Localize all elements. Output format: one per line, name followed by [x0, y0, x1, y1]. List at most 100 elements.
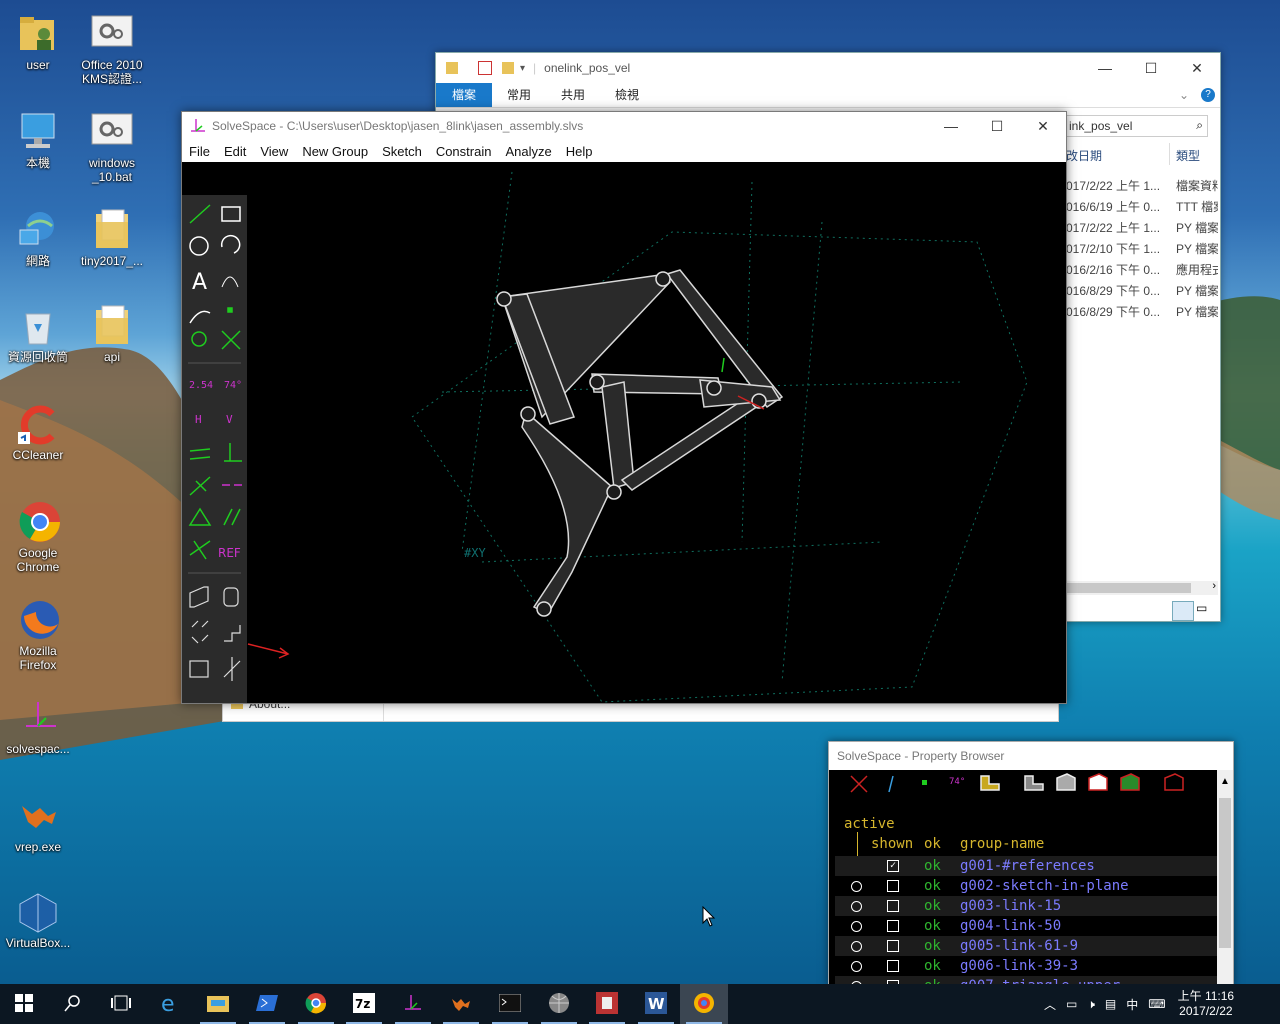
desktop-icon-windows10-bat[interactable]: windows _10.bat — [74, 110, 150, 184]
chevron-down-icon[interactable]: ▾ — [520, 63, 525, 74]
maximize-button[interactable]: ☐ — [1128, 60, 1174, 77]
desktop-icon-virtualbox[interactable]: VirtualBox... — [0, 890, 76, 950]
activate-group-radio[interactable] — [851, 881, 862, 892]
minimize-button[interactable]: — — [928, 118, 974, 134]
desktop-icon-solvespace[interactable]: solvespac... — [0, 696, 76, 756]
step-translate-icon[interactable] — [224, 625, 241, 642]
group-name-link[interactable]: g006-link-39-3 — [960, 956, 1078, 976]
terminal-taskbar-button[interactable] — [486, 984, 534, 1024]
file-row[interactable]: 017/2/10 下午 1... PY 檔案 — [1066, 238, 1218, 258]
text-tool-icon[interactable]: A — [192, 270, 207, 295]
notifications-icon[interactable]: ▤ — [1105, 997, 1116, 1011]
show-constraints-icon[interactable]: 74° — [949, 777, 965, 787]
group-name-link[interactable]: g002-sketch-in-plane — [960, 876, 1129, 896]
maximize-button[interactable]: ☐ — [974, 118, 1020, 135]
minimize-button[interactable]: — — [1082, 60, 1128, 76]
activate-group-radio[interactable] — [851, 941, 862, 952]
group-row[interactable]: ok g002-sketch-in-plane — [835, 876, 1217, 896]
vertical-scrollbar[interactable]: ▲ — [1217, 770, 1233, 984]
volume-muted-icon[interactable]: 🕨 — [1087, 997, 1095, 1012]
desktop-icon-this-pc[interactable]: 本機 — [0, 110, 76, 170]
sphere-app-taskbar-button[interactable] — [535, 984, 583, 1024]
desktop-icon-vrep[interactable]: vrep.exe — [0, 794, 76, 854]
show-faces-icon[interactable] — [980, 775, 1000, 791]
edge-taskbar-button[interactable]: e — [146, 984, 194, 1024]
desktop-icon-api[interactable]: api — [74, 304, 150, 364]
word-taskbar-button[interactable]: W — [632, 984, 680, 1024]
group-row[interactable]: ok g004-link-50 — [835, 916, 1217, 936]
activate-group-radio[interactable] — [851, 961, 862, 972]
group-row[interactable]: ok g006-link-39-3 — [835, 956, 1217, 976]
group-name-link[interactable]: g003-link-15 — [960, 896, 1061, 916]
game-taskbar-button[interactable] — [583, 984, 631, 1024]
reference-constraint-icon[interactable]: REF — [218, 546, 241, 560]
vertical-constraint-icon[interactable]: V — [226, 413, 233, 426]
powershell-taskbar-button[interactable] — [243, 984, 291, 1024]
shown-checkbox[interactable] — [887, 960, 899, 972]
search-input[interactable]: ink_pos_vel ⌕ — [1066, 115, 1208, 137]
lathe-icon[interactable] — [223, 587, 239, 607]
column-header-type[interactable]: 類型 — [1176, 147, 1200, 164]
menu-view[interactable]: View — [253, 144, 295, 159]
show-points-icon[interactable] — [922, 780, 927, 785]
tab-share[interactable]: 共用 — [546, 83, 600, 107]
model-viewport[interactable]: #XY A 2.54 74° H V REF — [182, 162, 1066, 703]
close-button[interactable]: ✕ — [1020, 118, 1066, 135]
group-row[interactable]: ✓ ok g001-#references — [835, 856, 1217, 876]
desktop-icon-chrome[interactable]: Google Chrome — [0, 500, 76, 574]
menu-edit[interactable]: Edit — [217, 144, 253, 159]
group-name-link[interactable]: g005-link-61-9 — [960, 936, 1078, 956]
split-curves-tool-icon[interactable] — [221, 330, 241, 350]
group-name-link[interactable]: g004-link-50 — [960, 916, 1061, 936]
arc-tool-icon[interactable] — [220, 234, 241, 254]
menu-file[interactable]: File — [182, 144, 217, 159]
step-rotate-icon[interactable] — [191, 620, 209, 644]
parallel-constraint-icon[interactable] — [189, 448, 211, 460]
menu-sketch[interactable]: Sketch — [375, 144, 429, 159]
browser-taskbar-button[interactable] — [680, 984, 729, 1024]
point-tool-icon[interactable] — [227, 307, 233, 313]
show-outline-icon[interactable] — [1088, 773, 1108, 791]
group-row[interactable]: ok g005-link-61-9 — [835, 936, 1217, 956]
clock[interactable]: 上午 11:16 2017/2/22 — [1178, 989, 1234, 1019]
horizontal-scrollbar[interactable]: › — [1066, 580, 1218, 595]
tab-home[interactable]: 常用 — [492, 83, 546, 107]
tab-file[interactable]: 檔案 — [436, 83, 493, 107]
sketch-in-plane-icon[interactable] — [189, 660, 209, 678]
task-view-taskbar-button[interactable] — [97, 984, 145, 1024]
search-taskbar-button[interactable] — [49, 984, 97, 1024]
new-folder-icon[interactable] — [502, 62, 514, 74]
desktop-icon-firefox[interactable]: Mozilla Firefox — [0, 598, 76, 672]
shown-checkbox[interactable] — [887, 880, 899, 892]
7zip-taskbar-button[interactable]: 7z — [340, 984, 388, 1024]
solvespace-taskbar-button[interactable] — [389, 984, 437, 1024]
show-edges-icon[interactable] — [1024, 775, 1044, 791]
group-row[interactable]: ok g007-triangle-upper — [835, 976, 1217, 984]
file-row[interactable]: 017/2/22 上午 1... 檔案資料 — [1066, 175, 1218, 195]
same-orientation-icon[interactable] — [223, 508, 241, 526]
file-row[interactable]: 016/2/16 下午 0... 應用程式 — [1066, 259, 1218, 279]
activate-group-radio[interactable] — [851, 901, 862, 912]
file-explorer-taskbar-button[interactable] — [194, 984, 242, 1024]
shown-checkbox[interactable]: ✓ — [887, 860, 899, 872]
column-header-date[interactable]: 改日期 — [1066, 147, 1102, 164]
help-icon[interactable]: ? — [1201, 88, 1215, 102]
show-workplanes-icon[interactable] — [850, 775, 868, 793]
shown-checkbox[interactable] — [887, 920, 899, 932]
menu-constrain[interactable]: Constrain — [429, 144, 499, 159]
desktop-icon-user[interactable]: user — [0, 12, 76, 72]
shown-checkbox[interactable] — [887, 940, 899, 952]
properties-icon[interactable] — [478, 61, 492, 75]
desktop-icon-tiny2017[interactable]: tiny2017_... — [74, 208, 150, 268]
file-row[interactable]: 016/8/29 下午 0... PY 檔案 — [1066, 280, 1218, 300]
line-tool-icon[interactable] — [189, 204, 211, 224]
on-point-constraint-icon[interactable] — [189, 476, 211, 496]
circle-tool-icon[interactable] — [189, 236, 209, 256]
shown-checkbox[interactable] — [887, 900, 899, 912]
menu-help[interactable]: Help — [559, 144, 600, 159]
show-mesh-icon[interactable] — [1164, 773, 1184, 791]
sketch-in-3d-icon[interactable] — [223, 657, 241, 681]
angle-constraint-icon[interactable]: 74° — [224, 380, 242, 391]
keyboard-icon[interactable]: ⌨ — [1148, 997, 1165, 1011]
file-row[interactable]: 016/8/29 下午 0... PY 檔案 — [1066, 301, 1218, 321]
